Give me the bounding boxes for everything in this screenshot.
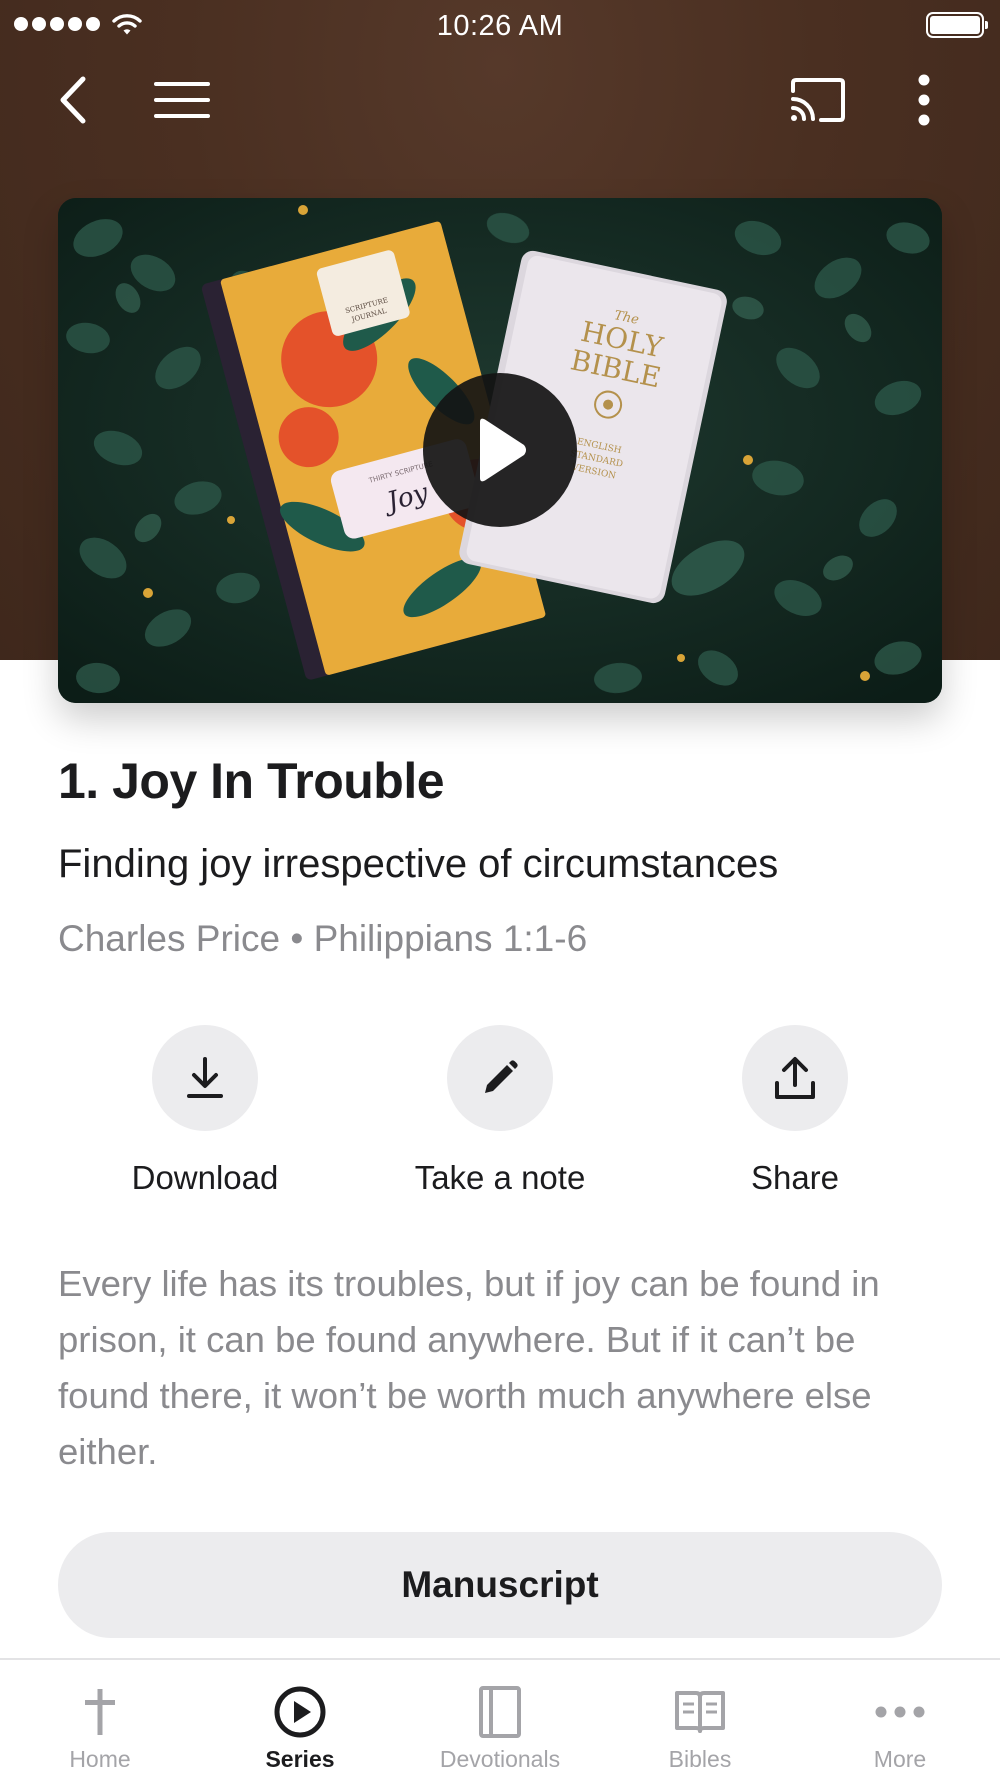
download-button[interactable]: Download — [95, 1025, 315, 1197]
take-note-label: Take a note — [414, 1159, 586, 1196]
video-thumbnail[interactable]: SCRIPTURE JOURNAL THIRTY SCRIPTURE Joy T… — [58, 198, 942, 703]
sermon-subtitle: Finding joy irrespective of circumstance… — [58, 842, 779, 886]
take-note-button[interactable]: Take a note — [390, 1025, 610, 1197]
sermon-meta: Charles Price • Philippians 1:1-6 — [58, 918, 588, 959]
note-icon-circle — [447, 1025, 553, 1131]
vertical-dots-icon — [918, 74, 930, 126]
status-bar: 10:26 AM — [0, 0, 1000, 50]
pencil-icon — [485, 1060, 518, 1093]
tab-series-label: Series — [265, 1746, 335, 1772]
book-open-icon — [675, 1691, 725, 1733]
share-icon-circle — [742, 1025, 848, 1131]
hamburger-icon — [154, 82, 210, 118]
play-circle-icon — [274, 1686, 326, 1738]
sermon-description: Every life has its troubles, but if joy … — [58, 1263, 880, 1472]
play-button[interactable] — [423, 373, 577, 527]
share-button[interactable]: Share — [685, 1025, 905, 1197]
back-button[interactable] — [44, 70, 104, 130]
download-icon — [187, 1057, 223, 1098]
book-closed-icon — [479, 1686, 521, 1738]
battery-icon — [926, 12, 988, 38]
share-label: Share — [750, 1159, 840, 1196]
share-icon — [775, 1057, 815, 1099]
tab-devotionals[interactable]: Devotionals — [400, 1660, 600, 1778]
menu-button[interactable] — [152, 70, 212, 130]
manuscript-button[interactable]: Manuscript — [58, 1532, 942, 1638]
download-label: Download — [131, 1159, 279, 1196]
more-options-button[interactable] — [894, 70, 954, 130]
status-time: 10:26 AM — [436, 10, 564, 42]
tab-bibles[interactable]: Bibles — [600, 1660, 800, 1778]
tab-home[interactable]: Home — [0, 1660, 200, 1778]
play-icon — [480, 418, 526, 482]
horizontal-dots-icon — [875, 1706, 925, 1718]
cast-button[interactable] — [786, 70, 850, 130]
tab-bar: Home Series Devotionals Bibles More — [0, 1658, 1000, 1778]
tab-more-label: More — [873, 1746, 927, 1772]
download-icon-circle — [152, 1025, 258, 1131]
sermon-title: 1. Joy In Trouble — [58, 753, 445, 809]
cross-icon — [85, 1689, 115, 1735]
tab-home-label: Home — [69, 1746, 131, 1772]
cast-icon — [791, 78, 845, 122]
tab-series[interactable]: Series — [200, 1660, 400, 1778]
tab-devotionals-label: Devotionals — [439, 1746, 561, 1772]
tab-bibles-label: Bibles — [668, 1746, 732, 1772]
tab-more[interactable]: More — [800, 1660, 1000, 1778]
chevron-left-icon — [60, 76, 86, 124]
